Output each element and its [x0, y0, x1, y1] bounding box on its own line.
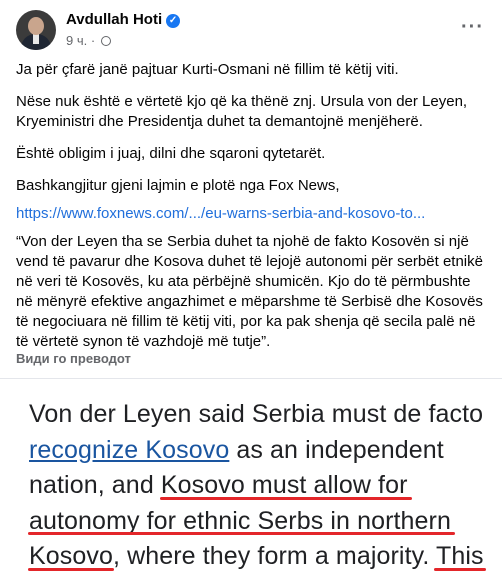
- author-name-text[interactable]: Avdullah Hoti: [66, 11, 162, 28]
- post-body: Ja për çfarë janë pajtuar Kurti-Osmani n…: [16, 60, 488, 364]
- avatar[interactable]: [16, 10, 56, 50]
- news-link[interactable]: https://www.foxnews.com/.../eu-warns-ser…: [16, 204, 488, 224]
- post-meta: 9 ч. ·: [66, 33, 111, 48]
- red-underline-3: [28, 568, 114, 571]
- avatar-face: [28, 17, 44, 35]
- image-text-link: recognize Kosovo: [29, 435, 230, 464]
- post-image[interactable]: Von der Leyen said Serbia must de facto …: [0, 378, 502, 582]
- globe-icon: [100, 36, 111, 46]
- post-time[interactable]: 9 ч.: [66, 33, 87, 48]
- paragraph-3: Është obligim i juaj, dilni dhe sqaroni …: [16, 145, 326, 162]
- post-header: Avdullah Hoti ✓ 9 ч. · ···: [16, 10, 486, 58]
- avatar-shirt: [33, 34, 39, 44]
- author-name[interactable]: Avdullah Hoti ✓: [66, 11, 181, 28]
- red-underline-1: [160, 497, 412, 500]
- paragraph-1: Ja për çfarë janë pajtuar Kurti-Osmani n…: [16, 61, 399, 78]
- red-underline-2: [28, 532, 455, 535]
- quote-text: “Von der Leyen tha se Serbia duhet ta nj…: [16, 233, 483, 350]
- red-underline-4: [434, 568, 486, 571]
- paragraph-4: Bashkangjitur gjeni lajmin e plotë nga F…: [16, 177, 340, 194]
- image-text-part-1: Von der Leyen said Serbia must de facto: [29, 400, 484, 428]
- verified-badge-icon: ✓: [166, 14, 181, 28]
- see-translation-link[interactable]: Види го преводот: [16, 351, 131, 366]
- paragraph-2: Nëse nuk është e vërtetë kjo që ka thënë…: [16, 93, 468, 130]
- image-text: Von der Leyen said Serbia must de facto …: [29, 397, 499, 582]
- more-options-icon[interactable]: ···: [461, 16, 484, 39]
